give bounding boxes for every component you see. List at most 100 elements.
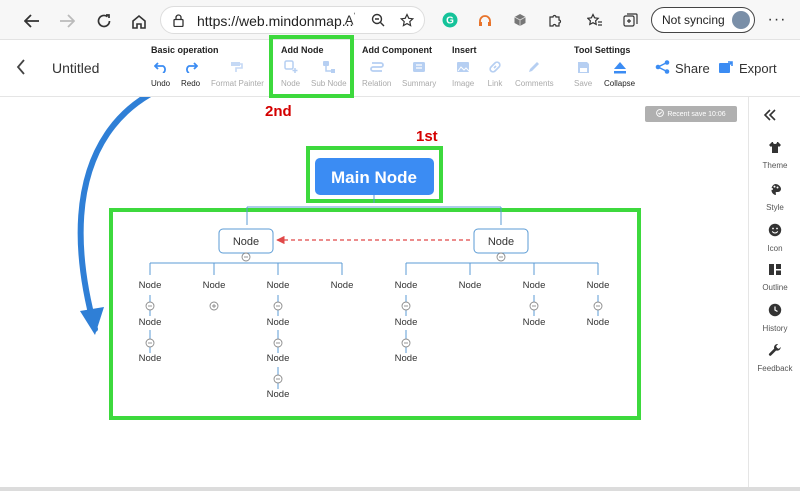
- sidebar-item-style[interactable]: Style: [749, 183, 800, 212]
- mindmap-canvas[interactable]: Recent save 10:06 Main Node Node Node No…: [0, 97, 748, 487]
- relation-button[interactable]: Relation: [362, 60, 391, 88]
- svg-text:G: G: [446, 16, 454, 27]
- outline-grid-icon: [768, 263, 782, 281]
- relation-icon: [369, 60, 385, 74]
- mindmap-diagram: Main Node Node Node Node Node Node Node …: [77, 97, 641, 420]
- main-node-text: Main Node: [331, 168, 417, 187]
- right-sidebar: Theme Style Icon Outline History Feedbac…: [748, 97, 800, 487]
- connectors: [149, 195, 599, 389]
- extensions-puzzle-icon[interactable]: [545, 10, 565, 30]
- read-aloud-icon[interactable]: Aʼ: [340, 10, 360, 30]
- grammarly-icon[interactable]: G: [440, 10, 460, 30]
- forward-arrow-icon[interactable]: [54, 8, 80, 34]
- group-title-basic-operation: Basic operation: [151, 45, 219, 55]
- undo-icon: [153, 60, 169, 74]
- zoom-icon[interactable]: [368, 10, 388, 30]
- redo-icon: [183, 60, 199, 74]
- leaf-node: Node: [523, 317, 546, 328]
- group-title-add-component: Add Component: [362, 45, 432, 55]
- undo-button[interactable]: Undo: [151, 60, 170, 88]
- share-button[interactable]: Share: [655, 60, 710, 77]
- sidebar-item-icon[interactable]: Icon: [749, 223, 800, 253]
- sidebar-item-outline[interactable]: Outline: [749, 263, 800, 292]
- leaf-node: Node: [395, 353, 418, 364]
- extension-headphones-icon[interactable]: [475, 10, 495, 30]
- subtree-highlight: [109, 208, 641, 420]
- add-node-highlight: [269, 35, 354, 98]
- annotation-second: 2nd: [265, 103, 292, 120]
- collapse-label: Collapse: [604, 79, 636, 88]
- leaf-node: Node: [395, 317, 418, 328]
- back-arrow-icon[interactable]: [19, 8, 45, 34]
- url-text: https://web.mindonmap...: [197, 13, 354, 29]
- export-icon: [718, 60, 734, 77]
- back-chevron-icon[interactable]: [16, 58, 26, 81]
- smiley-icon: [768, 223, 782, 242]
- leaf-node: Node: [587, 317, 610, 328]
- link-icon: [487, 60, 503, 74]
- comment-pen-icon: [526, 60, 542, 74]
- collapse-button[interactable]: Collapse: [604, 60, 635, 88]
- image-label: Image: [452, 79, 475, 88]
- leaf-node: Node: [139, 280, 162, 291]
- clock-icon: [768, 303, 782, 322]
- left-branch-node-text: Node: [233, 236, 259, 248]
- share-label: Share: [675, 61, 710, 76]
- collections-icon[interactable]: [620, 10, 640, 30]
- save-label: Save: [574, 79, 593, 88]
- palette-icon: [768, 183, 782, 201]
- sidebar-label-feedback: Feedback: [757, 364, 793, 373]
- refresh-icon[interactable]: [91, 8, 117, 34]
- insert-image-button[interactable]: Image: [452, 60, 474, 88]
- format-painter-button[interactable]: Format Painter: [211, 60, 264, 88]
- relation-label: Relation: [362, 79, 392, 88]
- avatar: [732, 11, 750, 29]
- sidebar-label-theme: Theme: [762, 161, 788, 170]
- group-title-tool-settings: Tool Settings: [574, 45, 631, 55]
- sidebar-item-history[interactable]: History: [749, 303, 800, 333]
- leaf-node: Node: [587, 280, 610, 291]
- summary-icon: [411, 60, 427, 74]
- leaf-node: Node: [267, 280, 290, 291]
- insert-link-button[interactable]: Link: [487, 60, 503, 88]
- more-menu-icon[interactable]: ···: [767, 10, 787, 30]
- brush-icon: [229, 60, 245, 74]
- collapse-panel-icon[interactable]: [763, 105, 777, 126]
- export-label: Export: [739, 61, 777, 76]
- leaf-node: Node: [459, 280, 482, 291]
- profile-sync-button[interactable]: Not syncing: [651, 7, 755, 33]
- extension-cube-icon[interactable]: [510, 10, 530, 30]
- sidebar-item-feedback[interactable]: Feedback: [749, 343, 800, 373]
- share-icon: [655, 60, 670, 77]
- format-painter-label: Format Painter: [211, 79, 264, 88]
- favorite-add-icon[interactable]: [398, 10, 418, 30]
- group-title-insert: Insert: [452, 45, 477, 55]
- annotation-first: 1st: [416, 128, 438, 145]
- app-toolbar: Untitled Basic operation Add Node Add Co…: [0, 40, 800, 97]
- leaf-node: Node: [139, 317, 162, 328]
- sidebar-label-history: History: [762, 324, 788, 333]
- document-title[interactable]: Untitled: [52, 60, 99, 76]
- sidebar-item-theme[interactable]: Theme: [749, 141, 800, 170]
- leaf-node: Node: [267, 389, 290, 400]
- leaf-node: Node: [331, 280, 354, 291]
- wrench-icon: [768, 343, 782, 362]
- summary-label: Summary: [402, 79, 437, 88]
- comments-label: Comments: [515, 79, 554, 88]
- redo-button[interactable]: Redo: [181, 60, 200, 88]
- leaf-node: Node: [523, 280, 546, 291]
- redo-label: Redo: [181, 79, 201, 88]
- leaf-node: Node: [139, 353, 162, 364]
- image-icon: [455, 60, 471, 74]
- save-button[interactable]: Save: [574, 60, 592, 88]
- sidebar-label-icon: Icon: [767, 244, 783, 253]
- summary-button[interactable]: Summary: [402, 60, 436, 88]
- sidebar-label-style: Style: [766, 203, 784, 212]
- undo-label: Undo: [151, 79, 171, 88]
- favorites-icon[interactable]: [585, 10, 605, 30]
- home-icon[interactable]: [126, 8, 152, 34]
- lock-icon: [173, 14, 184, 32]
- insert-comments-button[interactable]: Comments: [515, 60, 554, 88]
- export-button[interactable]: Export: [718, 60, 777, 77]
- curved-pointer-arrow: [77, 97, 152, 332]
